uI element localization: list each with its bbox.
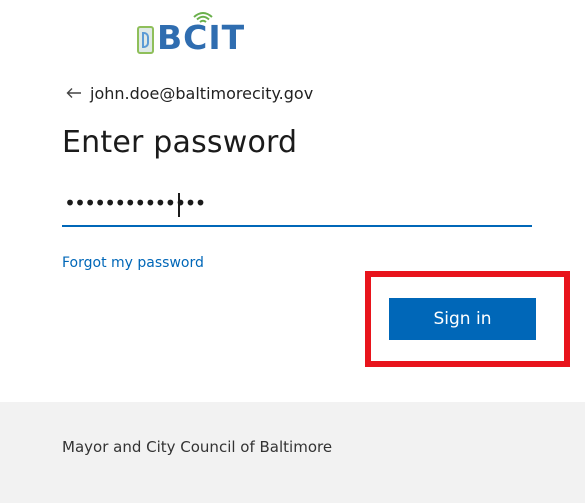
password-value: ••••••••••••••: [64, 191, 207, 215]
page-title: Enter password: [62, 125, 298, 160]
footer: Mayor and City Council of Baltimore: [0, 402, 585, 503]
text-cursor: [178, 193, 180, 217]
logo-text: BCIT: [157, 18, 246, 57]
footer-text: Mayor and City Council of Baltimore: [62, 438, 333, 456]
bcit-logo: BCIT: [137, 10, 244, 56]
identity-row[interactable]: john.doe@baltimorecity.gov: [66, 82, 313, 104]
left-arrow-icon[interactable]: [66, 87, 82, 99]
sign-in-page: BCIT john.doe@baltimorecity.gov Enter pa…: [0, 0, 585, 503]
forgot-password-link[interactable]: Forgot my password: [62, 255, 204, 271]
logo-b-mark: [137, 26, 154, 54]
password-input[interactable]: ••••••••••••••: [62, 187, 532, 227]
sign-in-button[interactable]: Sign in: [389, 298, 536, 340]
account-email: john.doe@baltimorecity.gov: [90, 83, 314, 103]
